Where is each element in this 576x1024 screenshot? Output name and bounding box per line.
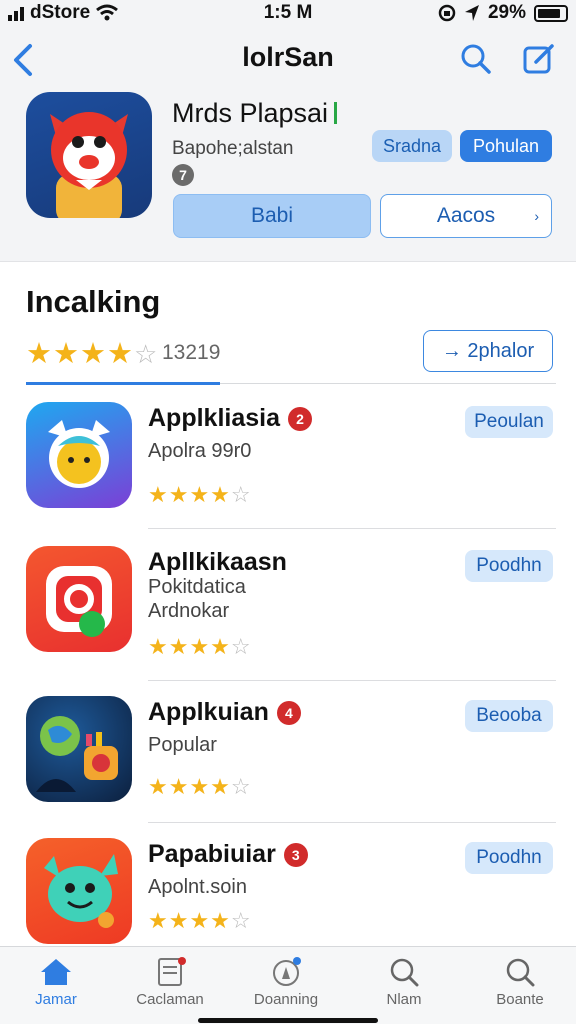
- notification-badge: 2: [288, 406, 312, 431]
- secondary-action-button[interactable]: Aacos ›: [380, 194, 552, 238]
- app-name: Papabiuiar 3: [148, 840, 308, 869]
- tab-label: Caclaman: [136, 991, 204, 1008]
- home-indicator[interactable]: [198, 1018, 378, 1023]
- app-icon: [26, 402, 132, 508]
- list-item[interactable]: Apllkikaasn Pokitdatica Ardnokar ★★★★☆ P…: [0, 546, 576, 686]
- divider: [148, 528, 556, 529]
- at-sign-icon: [46, 566, 112, 637]
- tab-label: Doanning: [253, 991, 319, 1008]
- chip-tag[interactable]: Sradna: [372, 130, 452, 162]
- tab-home[interactable]: Jamar: [6, 957, 106, 1017]
- divider: [148, 822, 556, 823]
- cat-face-icon: [48, 420, 110, 488]
- cursor-mark: [334, 102, 338, 124]
- featured-app-subtitle: Bapohe;alstan: [172, 138, 294, 159]
- category-pill[interactable]: Beooba: [465, 700, 553, 732]
- chip-tag-selected[interactable]: Pohulan: [460, 130, 552, 162]
- app-name: Apllkikaasn: [148, 548, 287, 576]
- app-icon: [26, 546, 132, 652]
- rating-stars: ★★★★☆: [148, 908, 252, 933]
- section-title: Incalking: [26, 284, 161, 319]
- rating-stars: ★★★★☆: [26, 338, 159, 370]
- notification-badge: 4: [276, 700, 301, 725]
- rating-stars: ★★★★☆: [148, 774, 252, 799]
- battery-icon: [534, 4, 568, 22]
- list-item[interactable]: Applkuian 4 Popular ★★★★☆ Beooba: [0, 696, 576, 836]
- app-icon: [26, 696, 132, 802]
- rating-count: 13219: [162, 341, 221, 364]
- divider: [220, 383, 556, 384]
- app-name: Applkliasia 2: [148, 404, 312, 433]
- search-icon: [506, 958, 535, 987]
- tab-label: Nlam: [386, 991, 422, 1008]
- document-icon: [158, 957, 186, 986]
- filter-button[interactable]: → 2phalor: [423, 330, 553, 372]
- tab-bar: Jamar Caclaman Doanning Nlam Boante: [0, 946, 576, 1024]
- app-subtitle: Apolnt.soin: [148, 876, 247, 898]
- list-item[interactable]: Applkliasia 2 Apolra 99r0 ★★★★☆ Peoulan: [0, 402, 576, 542]
- featured-app-icon[interactable]: [26, 92, 152, 218]
- divider: [148, 680, 556, 681]
- rating-stars: ★★★★☆: [148, 634, 252, 659]
- home-icon: [41, 959, 71, 985]
- category-pill[interactable]: Peoulan: [465, 406, 553, 438]
- notification-badge: 3: [283, 842, 308, 867]
- app-subtitle: Apolra 99r0: [148, 440, 252, 462]
- search-icon: [390, 958, 419, 987]
- featured-app-title: Mrds Plapsai: [172, 98, 338, 129]
- lock-rotation-icon: [438, 4, 456, 22]
- search-icon[interactable]: [458, 42, 492, 76]
- monster-icon: [44, 854, 118, 928]
- tab-search[interactable]: Nlam: [354, 957, 454, 1017]
- info-badge: 7: [172, 164, 194, 186]
- globe-camera-icon: [36, 716, 118, 792]
- category-pill[interactable]: Poodhn: [465, 842, 553, 874]
- tab-underline: [26, 382, 220, 385]
- tab-search-2[interactable]: Boante: [470, 957, 570, 1017]
- app-name: Applkuian 4: [148, 698, 301, 727]
- compass-icon: [273, 957, 301, 986]
- app-subtitle: Pokitdatica: [148, 576, 246, 598]
- primary-action-button[interactable]: Babi: [173, 194, 371, 238]
- location-icon: [464, 5, 479, 21]
- tab-label: Boante: [496, 991, 544, 1008]
- tab-label: Jamar: [35, 991, 77, 1008]
- tab-discover[interactable]: Doanning: [236, 957, 336, 1017]
- compose-icon[interactable]: [522, 42, 556, 76]
- status-right: 29%: [438, 2, 568, 24]
- battery-percent: 29%: [487, 2, 526, 23]
- app-subtitle: Popular: [148, 734, 217, 756]
- mascot-icon: [50, 112, 128, 218]
- app-icon: [26, 838, 132, 944]
- category-pill[interactable]: Poodhn: [465, 550, 553, 582]
- tab-documents[interactable]: Caclaman: [120, 957, 220, 1017]
- rating-stars: ★★★★☆: [148, 482, 252, 507]
- app-subtitle-2: Ardnokar: [148, 600, 230, 622]
- chevron-right-icon: ›: [534, 208, 539, 224]
- featured-section: lolrSan Mrds Plapsai Bapohe;alstan 7 Sra…: [0, 26, 576, 262]
- status-bar: dStore 1:5 M 29%: [0, 0, 576, 26]
